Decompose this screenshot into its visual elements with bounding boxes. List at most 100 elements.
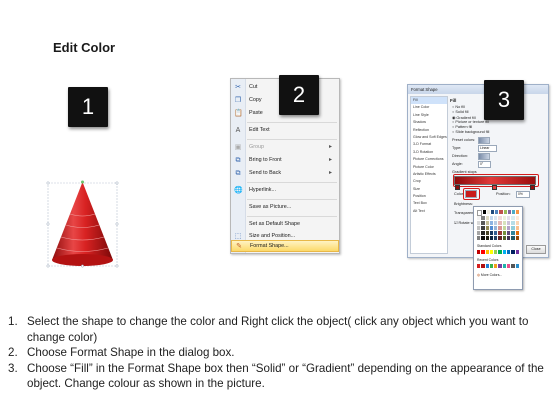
- menu-item-save-as-picture[interactable]: Save as Picture...: [231, 202, 339, 214]
- menu-item-send-to-back[interactable]: ⧉ Send to Back ▸: [231, 168, 339, 180]
- standard-colors-label: Standard Colors: [477, 244, 502, 248]
- hyperlink-icon: 🌐: [234, 187, 243, 194]
- color-label: Color: [454, 192, 464, 196]
- option-pattern-fill[interactable]: ○ Pattern fill: [452, 125, 472, 129]
- menu-item-label: Size and Position...: [249, 233, 296, 239]
- category-item[interactable]: Glow and Soft Edges: [411, 134, 447, 141]
- category-item[interactable]: Size: [411, 186, 447, 193]
- instructions-list: 1. Select the shape to change the color …: [8, 314, 558, 392]
- menu-separator: [247, 182, 337, 183]
- category-item[interactable]: Line Style: [411, 112, 447, 119]
- step-text: Choose Format Shape in the dialog box.: [27, 346, 235, 360]
- menu-item-label: Format Shape...: [250, 243, 289, 249]
- page-title: Edit Color: [53, 40, 116, 55]
- menu-item-set-default-shape[interactable]: Set as Default Shape: [231, 219, 339, 231]
- option-picture-fill[interactable]: ○ Picture or texture fill: [452, 120, 489, 124]
- red-cone-shape[interactable]: [45, 178, 120, 270]
- menu-item-label: Cut: [249, 84, 258, 90]
- type-select[interactable]: Linear: [478, 145, 497, 152]
- menu-item-label: Send to Back: [249, 170, 282, 176]
- option-solid-fill[interactable]: ○ Solid fill: [452, 110, 468, 114]
- menu-item-format-shape[interactable]: ✎ Format Shape...: [231, 240, 339, 252]
- menu-separator: [247, 139, 337, 140]
- cut-icon: ✂: [235, 84, 241, 91]
- category-item[interactable]: Alt Text: [411, 208, 447, 215]
- color-palette-popup: Standard Colors Recent Colors ◍ More Col…: [473, 206, 523, 290]
- category-item[interactable]: Text Box: [411, 200, 447, 207]
- more-colors-option[interactable]: ◍ More Colors...: [477, 273, 502, 277]
- swatch-row[interactable]: [477, 236, 519, 240]
- direction-label: Direction:: [452, 154, 469, 158]
- preset-colors-dropdown[interactable]: [478, 137, 490, 144]
- category-item[interactable]: Artistic Effects: [411, 171, 447, 178]
- close-button[interactable]: Close: [526, 245, 546, 254]
- menu-item-edit-text[interactable]: A Edit Text: [231, 125, 339, 137]
- swatch-row[interactable]: [477, 264, 519, 268]
- type-label: Type:: [452, 146, 462, 150]
- group-icon: ▣: [234, 144, 242, 151]
- gradient-stop-handle[interactable]: [455, 185, 460, 190]
- option-slide-background-fill[interactable]: ○ Slide background fill: [452, 130, 489, 134]
- instruction-step: 1. Select the shape to change the color …: [8, 314, 558, 345]
- category-fill[interactable]: Fill: [411, 97, 447, 105]
- dialog-title: Format Shape: [411, 87, 438, 92]
- menu-item-group[interactable]: ▣ Group ▸: [231, 142, 339, 154]
- menu-item-label: Save as Picture...: [249, 204, 292, 210]
- option-label: Slide background fill: [455, 130, 490, 134]
- direction-dropdown[interactable]: [478, 153, 490, 160]
- swatch-row[interactable]: [477, 231, 519, 235]
- menu-item-hyperlink[interactable]: 🌐 Hyperlink...: [231, 185, 339, 197]
- step-number: 2.: [8, 346, 18, 360]
- step-number: 3.: [8, 361, 18, 375]
- swatch-row[interactable]: [477, 210, 519, 216]
- menu-item-label: Hyperlink...: [249, 187, 276, 193]
- menu-item-label: Bring to Front: [249, 157, 282, 163]
- send-back-icon: ⧉: [235, 170, 241, 177]
- step-number: 1.: [8, 315, 18, 328]
- instruction-step: 2. Choose Format Shape in the dialog box…: [8, 345, 558, 361]
- gradient-stop-handle[interactable]: [492, 185, 497, 190]
- menu-separator: [247, 216, 337, 217]
- menu-item-label: Set as Default Shape: [249, 221, 300, 227]
- dialog-titlebar: Format Shape: [408, 85, 548, 94]
- option-label: Pattern fill: [455, 125, 473, 129]
- menu-item-bring-to-front[interactable]: ⧉ Bring to Front ▸: [231, 155, 339, 167]
- paste-icon: 📋: [234, 110, 243, 117]
- bring-front-icon: ⧉: [235, 157, 241, 164]
- category-item[interactable]: Picture Corrections: [411, 156, 447, 163]
- format-shape-icon: ✎: [236, 243, 242, 250]
- category-item[interactable]: Shadow: [411, 119, 447, 126]
- swatch-row[interactable]: [477, 216, 519, 220]
- brightness-label: Brightness:: [454, 202, 473, 206]
- chevron-right-icon: ▸: [329, 144, 333, 150]
- category-item[interactable]: Crop: [411, 178, 447, 185]
- copy-icon: ❐: [234, 97, 242, 104]
- option-label: Picture or texture fill: [455, 120, 489, 124]
- option-no-fill[interactable]: ○ No fill: [452, 105, 465, 109]
- chevron-right-icon: ▸: [329, 170, 333, 176]
- palette-icon: ◍: [477, 273, 480, 277]
- category-item[interactable]: Line Color: [411, 104, 447, 111]
- swatch-row[interactable]: [477, 250, 519, 254]
- category-item[interactable]: Position: [411, 193, 447, 200]
- swatch-row[interactable]: [477, 221, 519, 225]
- angle-input[interactable]: 0°: [478, 161, 491, 168]
- step-text: Choose “Fill” in the Format Shape box th…: [27, 361, 544, 391]
- position-label: Position:: [496, 192, 511, 196]
- chevron-right-icon: ▸: [329, 157, 333, 163]
- menu-item-label: Paste: [249, 110, 263, 116]
- category-item[interactable]: Picture Color: [411, 164, 447, 171]
- option-label: Solid fill: [455, 110, 469, 114]
- gradient-stop-handle[interactable]: [530, 185, 535, 190]
- swatch-row[interactable]: [477, 226, 519, 230]
- category-item[interactable]: 3-D Format: [411, 141, 447, 148]
- more-colors-label: More Colors...: [480, 273, 503, 277]
- category-item[interactable]: Reflection: [411, 127, 447, 134]
- menu-item-label: Copy: [249, 97, 262, 103]
- category-item[interactable]: 3-D Rotation: [411, 149, 447, 156]
- position-input[interactable]: 0%: [516, 191, 530, 198]
- menu-item-label: Group: [249, 144, 264, 150]
- menu-separator: [247, 122, 337, 123]
- step-badge-1: 1: [68, 87, 108, 127]
- step-text: Select the shape to change the color and…: [27, 315, 529, 344]
